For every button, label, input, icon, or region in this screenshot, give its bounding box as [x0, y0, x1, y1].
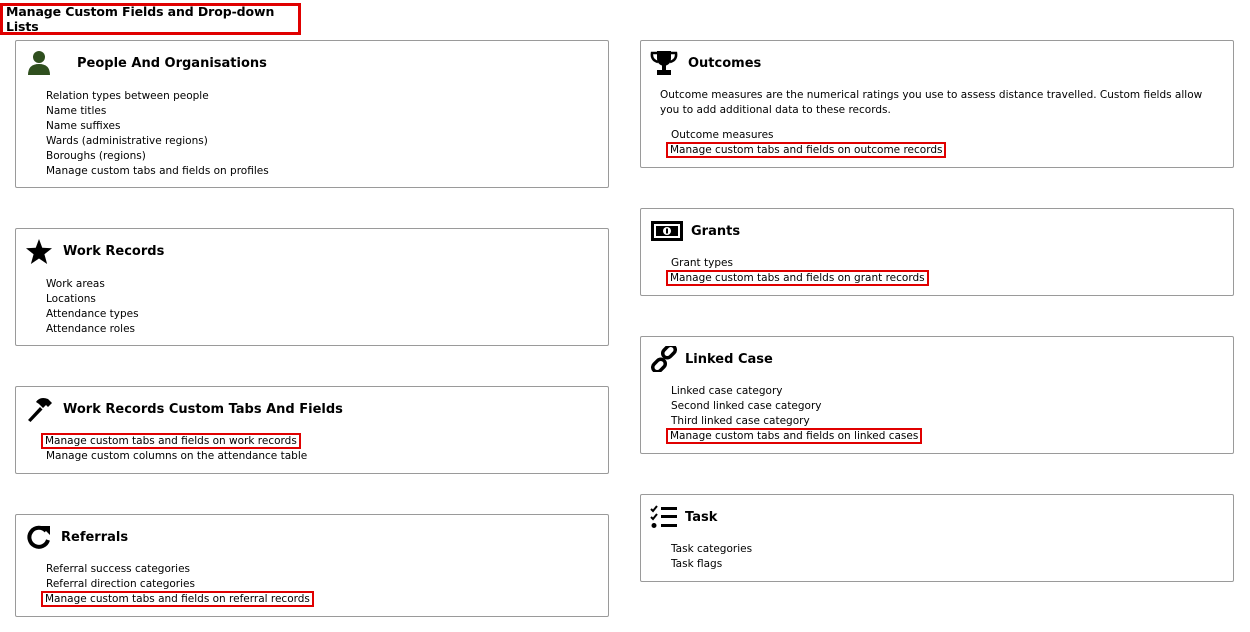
card-work-records: Work Records Work areas Locations Attend…: [15, 228, 609, 346]
link-custom-outcome-records[interactable]: Manage custom tabs and fields on outcome…: [665, 142, 947, 158]
link-boroughs[interactable]: Boroughs (regions): [46, 149, 269, 164]
link-list: Manage custom tabs and fields on work re…: [41, 433, 307, 464]
card-people-and-organisations: People And Organisations Relation types …: [15, 40, 609, 188]
link-wards[interactable]: Wards (administrative regions): [46, 134, 269, 149]
link-attendance-roles[interactable]: Attendance roles: [46, 322, 139, 337]
hammer-icon: [25, 395, 53, 423]
trophy-icon: [650, 49, 678, 77]
card-title: Linked Case: [685, 351, 773, 367]
link-work-areas[interactable]: Work areas: [46, 277, 139, 292]
card-outcomes: Outcomes Outcome measures are the numeri…: [640, 40, 1234, 168]
link-list: Linked case category Second linked case …: [665, 384, 923, 444]
task-list-icon: [650, 503, 678, 531]
link-custom-attendance-columns[interactable]: Manage custom columns on the attendance …: [46, 449, 307, 464]
person-icon: [25, 49, 53, 77]
card-linked-case: Linked Case Linked case category Second …: [640, 336, 1234, 454]
card-title: Outcomes: [688, 55, 762, 71]
link-linked-case-category[interactable]: Linked case category: [671, 384, 920, 399]
card-title: Task: [685, 509, 718, 525]
link-list: Task categories Task flags: [671, 542, 752, 572]
link-referral-direction[interactable]: Referral direction categories: [46, 577, 312, 592]
link-list: Referral success categories Referral dir…: [41, 562, 314, 607]
link-attendance-types[interactable]: Attendance types: [46, 307, 139, 322]
card-title: Referrals: [61, 529, 129, 545]
link-custom-profiles[interactable]: Manage custom tabs and fields on profile…: [46, 164, 269, 179]
link-list: Relation types between people Name title…: [46, 89, 269, 179]
link-list: Grant types Manage custom tabs and field…: [666, 256, 929, 286]
link-custom-linked-cases[interactable]: Manage custom tabs and fields on linked …: [665, 428, 923, 444]
link-name-suffixes[interactable]: Name suffixes: [46, 119, 269, 134]
link-custom-work-records[interactable]: Manage custom tabs and fields on work re…: [41, 433, 307, 449]
card-title: Work Records Custom Tabs And Fields: [63, 401, 343, 417]
link-custom-grant-records[interactable]: Manage custom tabs and fields on grant r…: [666, 270, 929, 286]
link-task-flags[interactable]: Task flags: [671, 557, 752, 572]
card-title: Grants: [691, 223, 741, 239]
card-work-records-custom: Work Records Custom Tabs And Fields Mana…: [15, 386, 609, 474]
card-title: Work Records: [63, 243, 165, 259]
link-list: Work areas Locations Attendance types At…: [46, 277, 139, 337]
card-description: Outcome measures are the numerical ratin…: [660, 89, 1203, 116]
redo-icon: [25, 523, 53, 551]
link-referral-success[interactable]: Referral success categories: [46, 562, 312, 577]
link-icon: [650, 345, 678, 373]
link-task-categories[interactable]: Task categories: [671, 542, 752, 557]
star-icon: [25, 237, 53, 265]
link-third-linked-case-category[interactable]: Third linked case category: [671, 414, 920, 429]
link-second-linked-case-category[interactable]: Second linked case category: [671, 399, 920, 414]
card-grants: Grants Grant types Manage custom tabs an…: [640, 208, 1234, 296]
link-grant-types[interactable]: Grant types: [671, 256, 927, 271]
link-relation-types[interactable]: Relation types between people: [46, 89, 269, 104]
money-bill-icon: [650, 217, 684, 245]
page-title: Manage Custom Fields and Drop-down Lists: [0, 3, 301, 35]
link-name-titles[interactable]: Name titles: [46, 104, 269, 119]
card-referrals: Referrals Referral success categories Re…: [15, 514, 609, 617]
link-custom-referral-records[interactable]: Manage custom tabs and fields on referra…: [41, 591, 314, 607]
link-outcome-measures[interactable]: Outcome measures: [671, 128, 944, 143]
link-list: Outcome measures Manage custom tabs and …: [665, 128, 947, 158]
link-locations[interactable]: Locations: [46, 292, 139, 307]
card-task: Task Task categories Task flags: [640, 494, 1234, 582]
card-title: People And Organisations: [77, 55, 267, 71]
